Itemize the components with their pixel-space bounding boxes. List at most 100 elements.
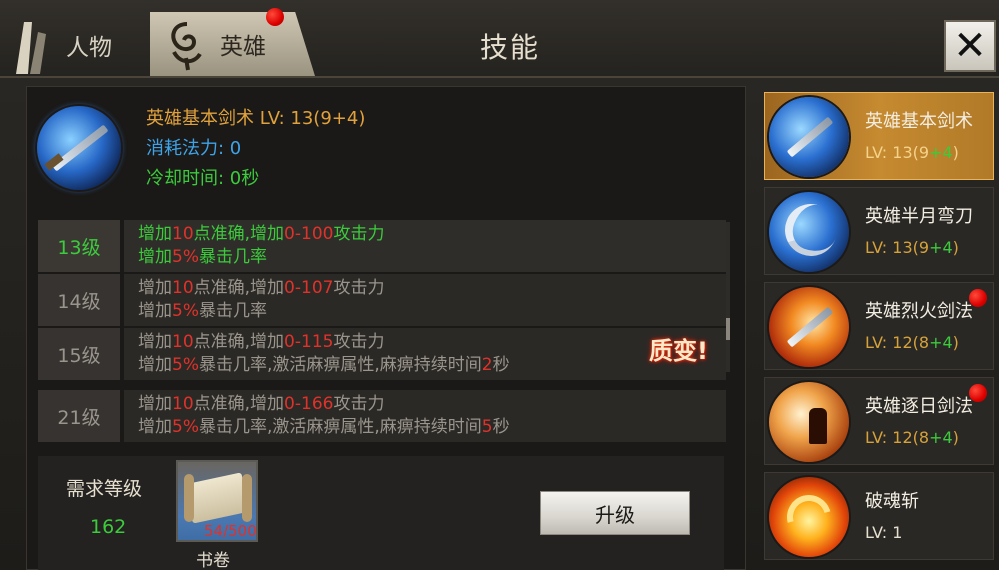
skill-name: 破魂斩: [865, 491, 919, 512]
desc-number: 0-107: [284, 278, 334, 298]
level-base: LV: 12(8: [865, 333, 930, 352]
level-bonus: +4: [929, 238, 953, 257]
sun-chase-icon: [769, 382, 849, 462]
level-description: 增加10点准确,增加0-100攻击力 增加5%暴击几率: [124, 220, 726, 272]
skill-notification-dot: [969, 289, 987, 307]
desc-text: 攻击力: [333, 224, 385, 244]
desc-number: 10: [172, 224, 194, 244]
upgrade-button[interactable]: 升级: [540, 491, 690, 535]
close-button[interactable]: ✕: [944, 20, 996, 72]
description-line: 增加10点准确,增加0-107攻击力: [138, 277, 726, 300]
table-row: 13级 增加10点准确,增加0-100攻击力 增加5%暴击几率: [38, 220, 726, 272]
desc-text: 暴击几率,激活麻痹属性,麻痹持续时间: [198, 355, 482, 375]
level-description: 增加10点准确,增加0-166攻击力 增加5%暴击几率,激活麻痹属性,麻痹持续时…: [124, 390, 726, 442]
desc-text: 攻击力: [333, 394, 385, 414]
desc-number: 0-166: [284, 394, 334, 414]
level-label: 13级: [38, 220, 120, 272]
desc-text: 增加: [138, 278, 172, 298]
tab-hero-label: 英雄: [220, 34, 266, 60]
hero-skill-window: 人物 英雄 技能 ✕ 英雄基本剑术 LV: 13(9+4) 消耗法力: 0 冷却…: [0, 0, 999, 570]
sword-icon: [37, 106, 121, 190]
mutation-badge: 质变!: [649, 337, 708, 365]
level-end: ): [952, 428, 959, 447]
skill-name: 英雄基本剑术: [865, 111, 973, 132]
desc-text: 增加: [138, 247, 172, 267]
desc-text: 暴击几率: [198, 247, 267, 267]
crescent-blade-icon: [769, 192, 849, 272]
desc-number: 10: [172, 332, 194, 352]
skill-name: 英雄逐日剑法: [865, 396, 973, 417]
description-line: 增加5%暴击几率: [138, 300, 726, 323]
tab-hero[interactable]: 英雄: [150, 12, 315, 76]
sword-icon: [769, 97, 849, 177]
table-row: 21级 增加10点准确,增加0-166攻击力 增加5%暴击几率,激活麻痹属性,麻…: [38, 390, 726, 442]
skill-level: LV: 12(8+4): [865, 428, 959, 447]
desc-text: 秒: [492, 417, 510, 437]
sword-blade: [51, 124, 109, 172]
warrior-silhouette: [809, 408, 827, 444]
skill-level: LV: 13(9+4): [865, 238, 959, 257]
desc-number: 5%: [172, 301, 199, 321]
desc-number: 10: [172, 278, 194, 298]
desc-text: 暴击几率: [198, 301, 267, 321]
level-description: 增加10点准确,增加0-107攻击力 增加5%暴击几率: [124, 274, 726, 326]
crescent-shape: [777, 196, 845, 264]
level-end: ): [952, 238, 959, 257]
desc-number: 2: [481, 355, 493, 375]
list-item-skill-3[interactable]: 英雄逐日剑法 LV: 12(8+4): [764, 377, 994, 465]
hero-emblem-icon: [171, 22, 202, 71]
window-header: 人物 英雄 技能 ✕: [0, 0, 999, 78]
fire-sword-icon: [769, 287, 849, 367]
book-count: 54/500: [204, 522, 257, 540]
desc-text: 增加: [138, 355, 172, 375]
level-base: LV: 13(9: [865, 238, 930, 257]
cooldown: 冷却时间: 0秒: [146, 168, 260, 189]
table-scrollbar-thumb[interactable]: [726, 318, 730, 340]
flame-swirl: [778, 486, 840, 548]
skill-level: LV: 1: [865, 523, 903, 542]
skill-name: 英雄半月弯刀: [865, 206, 973, 227]
skill-level: LV: 12(8+4): [865, 333, 959, 352]
level-end: ): [952, 143, 959, 162]
list-item-skill-2[interactable]: 英雄烈火剑法 LV: 12(8+4): [764, 282, 994, 370]
level-bonus: +4: [929, 333, 953, 352]
list-item-skill-4[interactable]: 破魂斩 LV: 1: [764, 472, 994, 560]
tab-character[interactable]: 人物: [40, 14, 150, 76]
sword-blade: [786, 116, 834, 158]
desc-number: 5%: [172, 417, 199, 437]
desc-number: 0-115: [284, 332, 334, 352]
list-item-skill-0[interactable]: 英雄基本剑术 LV: 13(9+4): [764, 92, 994, 180]
scroll-roll-left: [184, 474, 194, 522]
level-label: 21级: [38, 390, 120, 442]
desc-text: 攻击力: [333, 278, 385, 298]
level-base: LV: 12(8: [865, 428, 930, 447]
desc-text: 秒: [492, 355, 510, 375]
desc-text: 增加: [138, 394, 172, 414]
level-end: ): [952, 333, 959, 352]
table-row: 15级 增加10点准确,增加0-115攻击力 增加5%暴击几率,激活麻痹属性,麻…: [38, 328, 726, 380]
desc-text: 点准确,增加: [193, 278, 285, 298]
fire-blade: [786, 306, 834, 348]
list-item-skill-1[interactable]: 英雄半月弯刀 LV: 13(9+4): [764, 187, 994, 275]
level-description: 增加10点准确,增加0-115攻击力 增加5%暴击几率,激活麻痹属性,麻痹持续时…: [124, 328, 726, 380]
hero-tab-notification-dot: [266, 8, 284, 26]
desc-text: 增加: [138, 332, 172, 352]
desc-text: 增加: [138, 224, 172, 244]
page-title: 技能: [479, 31, 540, 64]
table-row: 14级 增加10点准确,增加0-107攻击力 增加5%暴击几率: [38, 274, 726, 326]
description-line: 增加10点准确,增加0-100攻击力: [138, 223, 726, 246]
skill-level: LV: 13(9+4): [865, 143, 959, 162]
required-level-label: 需求等级: [66, 478, 143, 500]
required-level-value: 162: [90, 516, 127, 538]
level-bonus: +4: [929, 428, 953, 447]
book-name: 书卷: [196, 551, 230, 570]
level-bonus: +4: [929, 143, 953, 162]
desc-text: 增加: [138, 417, 172, 437]
description-line: 增加5%暴击几率: [138, 246, 726, 269]
level-base: LV: 13(9: [865, 143, 930, 162]
tab-character-label: 人物: [66, 35, 112, 61]
description-line: 增加5%暴击几率,激活麻痹属性,麻痹持续时间5秒: [138, 416, 726, 439]
table-scrollbar[interactable]: [726, 222, 730, 372]
desc-text: 暴击几率,激活麻痹属性,麻痹持续时间: [198, 417, 482, 437]
scroll-icon: [184, 472, 250, 524]
